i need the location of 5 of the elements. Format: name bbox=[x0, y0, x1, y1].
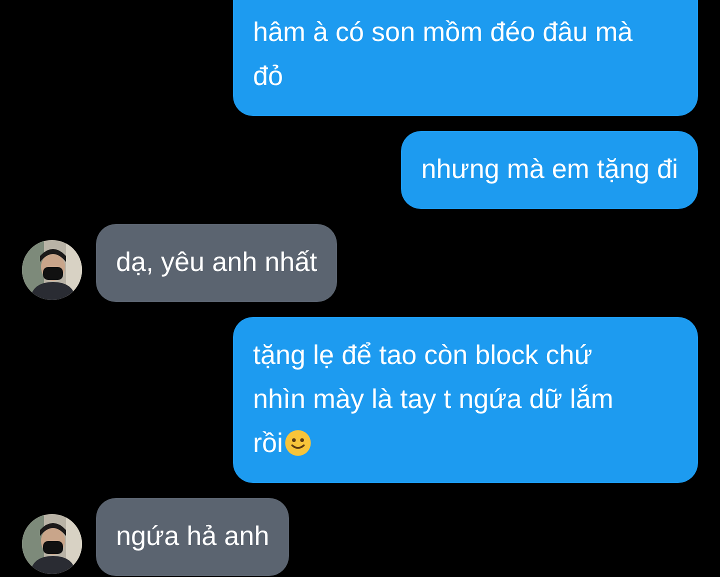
message-bubble: tặng lẹ để tao còn block chứ nhìn mày là tay t ngứa dữ lắm rồi bbox=[233, 317, 698, 483]
message-bubble: hâm à có son mồm đéo đâu mà đỏ bbox=[233, 0, 698, 116]
message-bubble: ngứa hả anh bbox=[96, 498, 290, 576]
message-bubble: nhưng mà em tặng đi bbox=[401, 131, 698, 209]
message-bubble: dạ, yêu anh nhất bbox=[96, 224, 338, 302]
